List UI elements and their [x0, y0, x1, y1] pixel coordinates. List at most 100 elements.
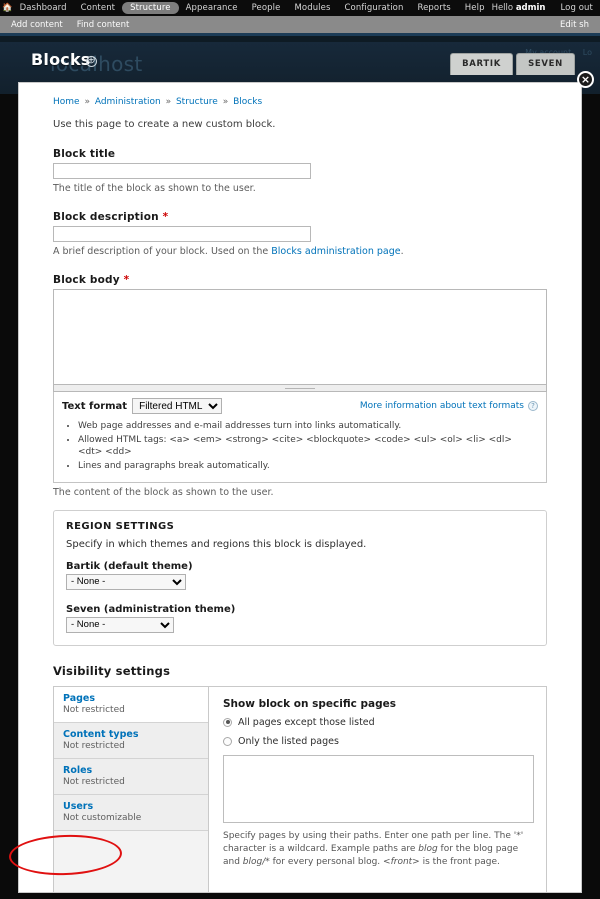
region-bartik-select[interactable]: - None -	[66, 573, 186, 590]
textarea-resize-grippie[interactable]	[53, 385, 547, 392]
shortcut-edit-shortcuts[interactable]: Edit sh	[553, 20, 596, 30]
question-mark-icon: ?	[528, 401, 538, 411]
vtab-roles[interactable]: Roles Not restricted	[54, 758, 208, 795]
throbber-icon	[86, 56, 97, 67]
block-title-input[interactable]	[53, 163, 311, 179]
breadcrumb-separator: »	[222, 97, 229, 107]
toolbar-item-help[interactable]: Help	[458, 1, 492, 15]
overlay-panel: Home » Administration » Structure » Bloc…	[18, 82, 582, 893]
block-body-description: The content of the block as shown to the…	[53, 486, 274, 498]
required-marker: *	[162, 211, 169, 223]
tab-bartik[interactable]: BARTIK	[450, 53, 514, 75]
vtab-summary: Not restricted	[63, 776, 125, 787]
tab-seven[interactable]: SEVEN	[516, 53, 575, 75]
toolbar-username[interactable]: admin	[516, 3, 546, 13]
toolbar-logout-link[interactable]: Log out	[553, 1, 600, 15]
text-format-row: Text format Filtered HTML More informati…	[62, 398, 538, 414]
block-title-label: Block title	[53, 148, 116, 160]
vtab-users[interactable]: Users Not customizable	[54, 794, 208, 831]
admin-overlay: Blocks BARTIK SEVEN × Home » Administrat…	[18, 50, 594, 893]
block-body-label: Block body *	[53, 274, 130, 286]
field-block-description: Block description * A brief description …	[53, 211, 547, 257]
block-title-description: The title of the block as shown to the u…	[53, 183, 256, 194]
vtab-label: Users	[63, 800, 94, 812]
radio-label: Only the listed pages	[238, 735, 339, 747]
shortcut-add-content[interactable]: Add content	[4, 20, 70, 30]
close-icon[interactable]: ×	[577, 71, 594, 88]
vtab-label: Content types	[63, 728, 139, 740]
field-region-bartik: Bartik (default theme) - None -	[66, 561, 534, 590]
toolbar-item-structure[interactable]: Structure	[122, 2, 179, 14]
toolbar-item-reports[interactable]: Reports	[410, 1, 457, 15]
pages-pane-title: Show block on specific pages	[223, 697, 397, 710]
example-path-blog-wildcard: blog/*	[242, 856, 270, 867]
visibility-vertical-tabs: Pages Not restricted Content types Not r…	[53, 685, 547, 892]
overlay-theme-tabs: BARTIK SEVEN	[450, 53, 575, 75]
breadcrumb-item-structure[interactable]: Structure	[176, 97, 218, 107]
block-description-label: Block description *	[53, 211, 169, 223]
page-title: Blocks	[31, 50, 91, 69]
vtab-label: Pages	[63, 692, 96, 704]
example-path-blog: blog	[418, 843, 438, 854]
vtab-summary: Not restricted	[63, 704, 125, 715]
tip-item: Allowed HTML tags: <a> <em> <strong> <ci…	[78, 434, 538, 458]
breadcrumb-item-blocks[interactable]: Blocks	[233, 97, 262, 107]
required-marker: *	[123, 274, 130, 286]
vtab-summary: Not customizable	[63, 812, 142, 823]
blocks-administration-page-link[interactable]: Blocks administration page	[271, 246, 400, 257]
region-seven-select[interactable]: - None -	[66, 616, 174, 633]
admin-toolbar: 🏠 Dashboard Content Structure Appearance…	[0, 0, 600, 36]
region-settings-legend: REGION SETTINGS	[66, 520, 175, 532]
site-logout-link[interactable]: Lo	[583, 48, 592, 57]
text-format-label: Text format	[62, 400, 128, 412]
toolbar-menu: 🏠 Dashboard Content Structure Appearance…	[0, 0, 600, 16]
region-settings-fieldset: REGION SETTINGS Specify in which themes …	[53, 509, 547, 646]
block-description-description: A brief description of your block. Used …	[53, 246, 404, 257]
toolbar-item-content[interactable]: Content	[74, 1, 123, 15]
vtab-summary: Not restricted	[63, 740, 125, 751]
breadcrumb-separator: »	[165, 97, 172, 107]
visibility-tabs-nav: Pages Not restricted Content types Not r…	[54, 686, 209, 892]
visibility-settings-title: Visibility settings	[53, 663, 171, 678]
breadcrumb-separator: »	[84, 97, 90, 107]
block-add-form: Block title The title of the block as sh…	[35, 148, 565, 892]
radio-label: All pages except those listed	[238, 716, 375, 728]
breadcrumb-item-home[interactable]: Home	[53, 97, 80, 107]
block-description-input[interactable]	[53, 226, 311, 242]
toolbar-user-area: Hello admin Log out	[492, 1, 600, 15]
text-format-tips: Web page addresses and e-mail addresses …	[64, 420, 538, 473]
block-body-textarea[interactable]	[53, 289, 547, 385]
region-settings-description: Specify in which themes and regions this…	[66, 538, 367, 550]
overlay-titlebar: Blocks BARTIK SEVEN ×	[18, 50, 594, 88]
region-bartik-label: Bartik (default theme)	[66, 560, 193, 572]
breadcrumb: Home » Administration » Structure » Bloc…	[53, 97, 565, 107]
page-help-text: Use this page to create a new custom blo…	[53, 119, 276, 130]
toolbar-item-configuration[interactable]: Configuration	[338, 1, 411, 15]
radio-only-listed-pages[interactable]	[223, 736, 232, 746]
toolbar-shortcuts-bar: Add content Find content Edit sh	[0, 16, 600, 33]
toolbar-item-people[interactable]: People	[245, 1, 288, 15]
vtab-pages[interactable]: Pages Not restricted	[54, 686, 208, 723]
toolbar-item-dashboard[interactable]: Dashboard	[13, 1, 74, 15]
text-format-select[interactable]: Filtered HTML	[132, 398, 223, 414]
more-information-about-text-formats-link[interactable]: More information about text formats?	[360, 401, 538, 411]
radio-row-only-listed-pages[interactable]: Only the listed pages	[223, 736, 534, 747]
pages-textarea[interactable]	[223, 754, 534, 823]
radio-all-pages-except[interactable]	[223, 717, 232, 727]
toolbar-item-appearance[interactable]: Appearance	[179, 1, 245, 15]
vtab-label: Roles	[63, 764, 93, 776]
toolbar-divider	[0, 33, 600, 36]
shortcut-find-content[interactable]: Find content	[70, 20, 137, 30]
vtab-content-types[interactable]: Content types Not restricted	[54, 722, 208, 759]
visibility-pages-pane: Show block on specific pages All pages e…	[209, 687, 546, 892]
toolbar-item-modules[interactable]: Modules	[287, 1, 337, 15]
example-path-front: <front>	[383, 856, 420, 867]
tip-item: Lines and paragraphs break automatically…	[78, 460, 538, 472]
home-icon[interactable]: 🏠	[2, 2, 13, 14]
pages-description: Specify pages by using their paths. Ente…	[223, 830, 524, 867]
radio-row-all-pages-except[interactable]: All pages except those listed	[223, 717, 534, 728]
field-block-title: Block title The title of the block as sh…	[53, 148, 547, 194]
breadcrumb-item-administration[interactable]: Administration	[95, 97, 161, 107]
field-region-seven: Seven (administration theme) - None -	[66, 604, 534, 633]
tip-item: Web page addresses and e-mail addresses …	[78, 420, 538, 432]
